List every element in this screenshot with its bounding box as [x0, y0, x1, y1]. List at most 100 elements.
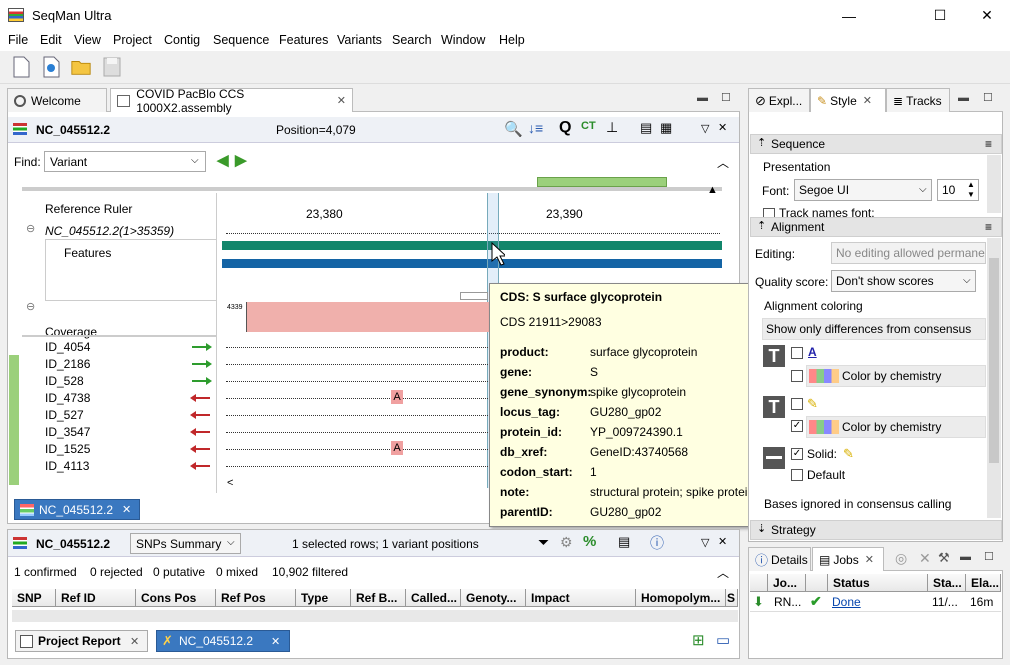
zoom-icon[interactable]: 🔍: [504, 120, 523, 138]
tab-jobs[interactable]: ▤ Jobs ✕: [812, 547, 884, 571]
job-row[interactable]: ⬇ RN... ✔ Done 11/... 16m: [750, 592, 1001, 612]
editing-select[interactable]: No editing allowed permane: [831, 242, 986, 264]
read-id-7[interactable]: ID_1525: [45, 442, 90, 456]
column-ref-id[interactable]: Ref ID: [56, 589, 136, 607]
column-check[interactable]: [806, 574, 828, 592]
track-names-checkbox[interactable]: [763, 208, 775, 217]
vertical-overview[interactable]: [9, 355, 19, 485]
maximize-view-icon[interactable]: ☐: [983, 91, 993, 104]
layout-icon[interactable]: ⊞: [692, 631, 705, 649]
job-status-link[interactable]: Done: [832, 595, 861, 609]
tab-explorer[interactable]: ⊘ Expl...: [748, 88, 810, 112]
close-button[interactable]: ✕: [964, 0, 1010, 31]
tab-tracks[interactable]: ≣ Tracks: [886, 88, 950, 112]
color-chemistry-1[interactable]: Color by chemistry: [806, 365, 986, 387]
chemistry-checkbox-1[interactable]: [791, 370, 803, 382]
text-color-checkbox[interactable]: [791, 347, 803, 359]
panel-icon[interactable]: ▭: [716, 631, 730, 649]
sequence-scrollbar[interactable]: [987, 155, 1001, 213]
strategy-section-header[interactable]: ⇣ Strategy: [750, 520, 1002, 540]
tab-contig-bottom[interactable]: ✗ NC_045512.2 ✕: [156, 630, 290, 652]
menu-features[interactable]: Features: [279, 33, 328, 47]
read-id-1[interactable]: ID_4054: [45, 340, 90, 354]
tab-assembly[interactable]: COVID PacBlo CCS 1000X2.assembly ✕: [110, 87, 353, 115]
variant-base[interactable]: A: [391, 390, 403, 404]
snp-view-select[interactable]: SNPs Summary ⌵: [130, 533, 241, 554]
font-size-stepper[interactable]: 10 ▲ ▼: [937, 179, 979, 201]
read-id-2[interactable]: ID_2186: [45, 357, 90, 371]
menu-help[interactable]: Help: [499, 33, 525, 47]
column-homopolymer[interactable]: Homopolym...: [636, 589, 726, 607]
read-id-6[interactable]: ID_3547: [45, 425, 90, 439]
view-menu-icon[interactable]: ▽: [701, 536, 709, 549]
column-snp[interactable]: SNP: [12, 589, 56, 607]
column-cons-pos[interactable]: Cons Pos: [136, 589, 216, 607]
tab-project-report[interactable]: Project Report ✕: [15, 630, 148, 652]
align-icon[interactable]: ⊥: [606, 119, 618, 136]
alignment-section-header[interactable]: ⇡ Alignment ≡: [750, 217, 1002, 237]
column-ref-pos[interactable]: Ref Pos: [216, 589, 296, 607]
quality-select[interactable]: Don't show scores ⌵: [831, 270, 976, 292]
highlighter-icon[interactable]: ✎: [807, 396, 818, 412]
menu-file[interactable]: File: [8, 33, 28, 47]
tab-welcome[interactable]: Welcome: [7, 88, 107, 112]
minimize-view-icon[interactable]: ▬: [960, 551, 971, 563]
new-file-icon[interactable]: [10, 55, 32, 79]
view-options-icon[interactable]: ▦: [660, 120, 672, 136]
remove-icon[interactable]: ✕: [919, 550, 931, 567]
column-status[interactable]: Status: [828, 574, 928, 592]
read-id-3[interactable]: ID_528: [45, 374, 84, 388]
alignment-scrollbar[interactable]: [987, 238, 1001, 518]
new-assembly-icon[interactable]: [40, 55, 62, 79]
feature-bar-green[interactable]: [222, 241, 722, 250]
column-elapsed[interactable]: Ela...: [966, 574, 1001, 592]
close-view-icon[interactable]: ✕: [718, 535, 727, 548]
close-tab-icon[interactable]: ✕: [337, 94, 346, 107]
column-start[interactable]: Sta...: [928, 574, 966, 592]
stepper-down-icon[interactable]: ▼: [967, 190, 975, 199]
chemistry-checkbox-2[interactable]: ✓: [791, 420, 803, 432]
find-next-icon[interactable]: ▶: [235, 151, 247, 169]
contig-tab[interactable]: NC_045512.2 ✕: [14, 499, 140, 520]
column-ref-base[interactable]: Ref B...: [351, 589, 406, 607]
column-icon[interactable]: [750, 574, 768, 592]
menu-variants[interactable]: Variants: [337, 33, 382, 47]
tab-style[interactable]: ✎ Style ✕: [810, 88, 886, 112]
sort-icon[interactable]: ↓≡: [528, 120, 543, 136]
scroll-left-icon[interactable]: <: [227, 477, 233, 489]
feature-bar-blue[interactable]: [222, 259, 722, 268]
horizontal-scrollbar[interactable]: [12, 610, 738, 622]
close-tab-icon[interactable]: ✕: [865, 553, 874, 566]
open-folder-icon[interactable]: [70, 55, 92, 79]
close-view-icon[interactable]: ✕: [718, 121, 727, 134]
menu-search[interactable]: Search: [392, 33, 432, 47]
solid-checkbox[interactable]: ✓: [791, 448, 803, 460]
minimize-view-icon[interactable]: ▬: [697, 92, 708, 104]
background-color-checkbox[interactable]: [791, 398, 803, 410]
close-tab-icon[interactable]: ✕: [863, 94, 872, 107]
export-icon[interactable]: ▤: [640, 120, 652, 136]
overview-viewport[interactable]: [537, 177, 667, 187]
menu-window[interactable]: Window: [441, 33, 485, 47]
save-icon[interactable]: [101, 55, 123, 79]
filter-icon[interactable]: ⏷: [538, 534, 549, 551]
menu-sequence[interactable]: Sequence: [213, 33, 269, 47]
track-names-font-row[interactable]: Track names font:: [763, 208, 983, 217]
stop-icon[interactable]: ◎: [895, 550, 907, 567]
coverage-handle[interactable]: [460, 292, 488, 300]
minimize-view-icon[interactable]: ▬: [958, 92, 969, 104]
read-id-8[interactable]: ID_4113: [45, 459, 89, 473]
read-id-4[interactable]: ID_4738: [45, 391, 90, 405]
section-menu-icon[interactable]: ≡: [985, 137, 992, 151]
column-s[interactable]: S: [726, 589, 738, 607]
view-menu-icon[interactable]: ▽: [701, 122, 709, 135]
read-id-5[interactable]: ID_527: [45, 408, 84, 422]
color-chemistry-2[interactable]: Color by chemistry: [806, 416, 986, 438]
scroll-thumb[interactable]: [989, 258, 999, 463]
find-previous-icon[interactable]: ◀: [217, 151, 229, 169]
menu-project[interactable]: Project: [113, 33, 152, 47]
percent-icon[interactable]: %: [583, 533, 596, 550]
collapse-find-icon[interactable]: ︿: [717, 154, 729, 171]
default-checkbox[interactable]: [791, 469, 803, 481]
font-color-icon[interactable]: A: [808, 345, 817, 359]
